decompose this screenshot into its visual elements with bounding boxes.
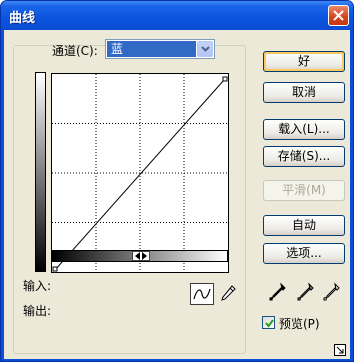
curves-dialog: 曲线 通道(C): 蓝 输入: 输出: 好 取消 载入(L)... 存储(S).… <box>0 0 354 362</box>
checkmark-icon <box>265 319 274 328</box>
title-bar[interactable]: 曲线 <box>1 1 353 30</box>
gray-eyedropper-button[interactable] <box>296 282 316 304</box>
output-label: 输出: <box>23 304 52 318</box>
white-eyedropper-icon <box>323 282 340 301</box>
curve-tool-icon <box>193 288 211 300</box>
gray-eyedropper-icon <box>297 282 314 301</box>
dialog-body: 通道(C): 蓝 输入: 输出: 好 取消 载入(L)... 存储(S)... … <box>4 30 350 359</box>
pencil-tool-button[interactable] <box>218 283 238 305</box>
curve-point-start <box>52 266 58 272</box>
curve-point-end <box>222 76 228 82</box>
channel-label: 通道(C): <box>52 44 98 58</box>
close-button[interactable] <box>328 5 349 26</box>
load-button[interactable]: 载入(L)... <box>263 119 345 140</box>
output-gradient-bar <box>35 72 46 272</box>
expand-dialog-button[interactable] <box>334 344 346 356</box>
preview-label: 预览(P) <box>279 317 320 331</box>
cancel-button[interactable]: 取消 <box>263 82 345 103</box>
chevron-down-icon <box>201 46 210 52</box>
black-eyedropper-button[interactable] <box>268 282 288 304</box>
expand-icon <box>334 344 346 356</box>
swap-arrows-icon <box>135 252 147 260</box>
channel-selected-value: 蓝 <box>107 41 196 57</box>
smooth-button[interactable]: 平滑(M) <box>263 180 345 201</box>
options-button[interactable]: 选项... <box>263 243 345 264</box>
channel-dropdown[interactable]: 蓝 <box>105 39 215 59</box>
preview-checkbox[interactable] <box>262 316 275 329</box>
curve-line <box>54 79 225 271</box>
auto-button[interactable]: 自动 <box>263 215 345 236</box>
save-button[interactable]: 存储(S)... <box>263 146 345 167</box>
curve-graph[interactable] <box>51 73 229 273</box>
white-eyedropper-button[interactable] <box>322 282 342 304</box>
window-title: 曲线 <box>9 11 36 26</box>
ok-button[interactable]: 好 <box>263 51 345 72</box>
close-icon <box>333 10 344 21</box>
curve-tool-button[interactable] <box>190 283 214 305</box>
black-eyedropper-icon <box>269 282 286 301</box>
input-label: 输入: <box>23 279 52 293</box>
dropdown-arrow-button[interactable] <box>197 41 213 57</box>
gradient-direction-toggle[interactable] <box>132 251 150 261</box>
pencil-icon <box>221 285 236 301</box>
